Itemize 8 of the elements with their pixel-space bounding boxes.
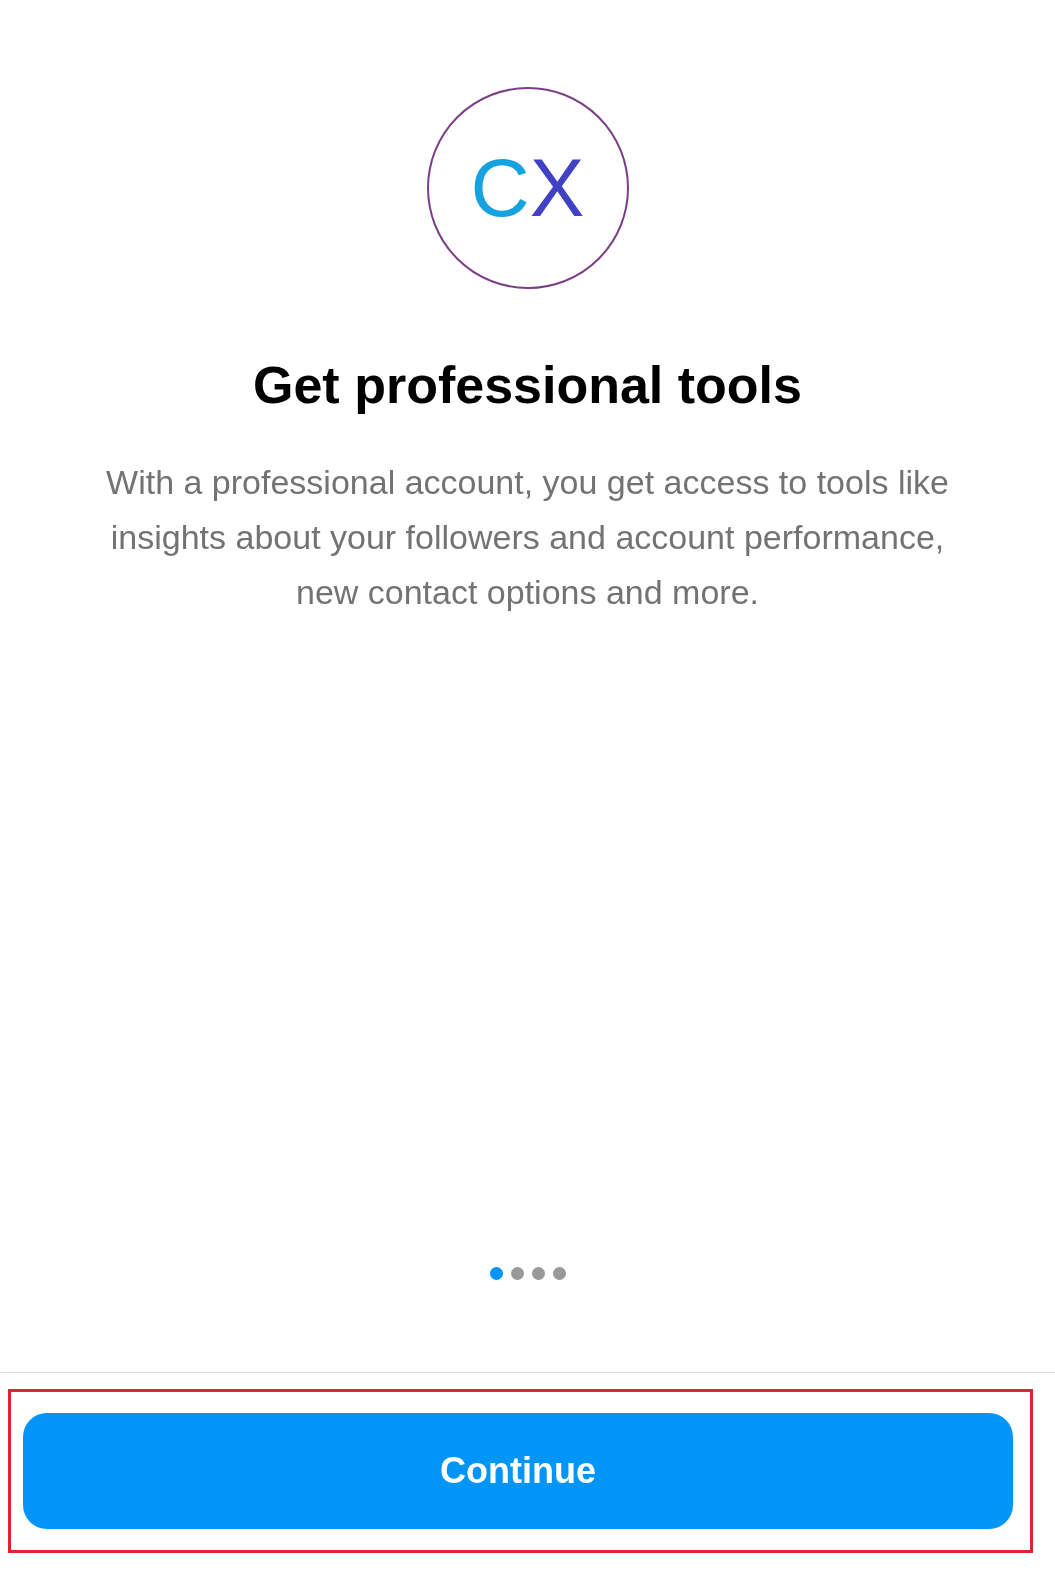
page-dot[interactable]: [489, 1267, 503, 1280]
title: Get professional tools: [253, 355, 802, 415]
description: With a professional account, you get access to tools like insights about your followers and account performance, new contact options and more.: [105, 462, 950, 613]
logo-text: CX: [470, 147, 585, 229]
page-dot[interactable]: [531, 1267, 545, 1280]
page-dot[interactable]: [552, 1267, 566, 1280]
page-dot[interactable]: [510, 1267, 524, 1280]
continue-button[interactable]: Continue: [23, 1413, 1013, 1529]
